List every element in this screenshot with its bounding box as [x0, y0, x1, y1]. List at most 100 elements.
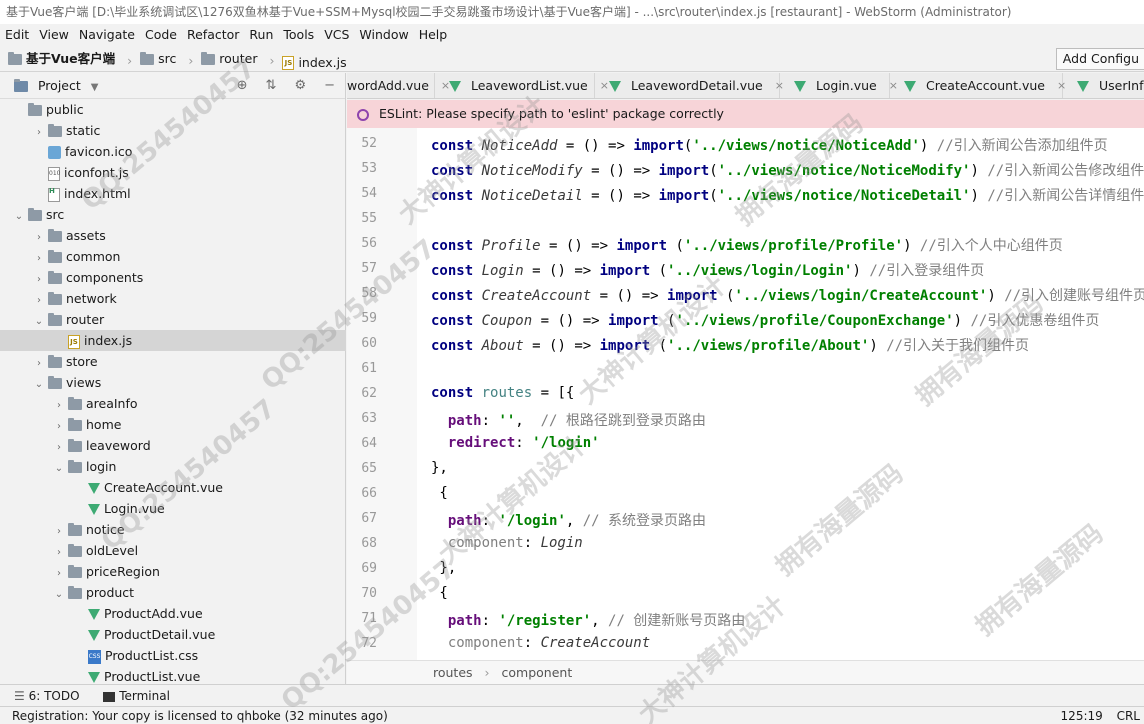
code-line[interactable]: const About = () => import ('../views/pr…: [431, 335, 1029, 355]
gear-icon[interactable]: ⚙: [294, 73, 306, 99]
tree-item[interactable]: ⌄ views: [0, 372, 346, 393]
menu-item-vcs[interactable]: VCS: [319, 24, 354, 46]
code-line[interactable]: const Login = () => import ('../views/lo…: [431, 260, 984, 280]
code-line[interactable]: path: '/login', // 系统登录页路由: [431, 510, 706, 530]
tree-item[interactable]: › assets: [0, 225, 346, 246]
code-line[interactable]: component: CreateAccount: [431, 635, 650, 651]
tree-item[interactable]: CSS ProductList.css: [0, 645, 346, 666]
code-line[interactable]: const NoticeAdd = () => import('../views…: [431, 135, 1108, 155]
code-crumb-routes[interactable]: routes: [433, 665, 473, 680]
code-line[interactable]: },: [431, 560, 456, 576]
tree-item[interactable]: CreateAccount.vue: [0, 477, 346, 498]
expand-arrow-icon[interactable]: ›: [54, 437, 64, 458]
tree-item[interactable]: public: [0, 99, 346, 120]
expand-arrow-icon[interactable]: ›: [34, 248, 44, 269]
expand-arrow-icon[interactable]: ⌄: [54, 458, 64, 479]
expand-arrow-icon[interactable]: ›: [54, 395, 64, 416]
code-line[interactable]: redirect: '/login': [431, 435, 600, 451]
expand-arrow-icon[interactable]: ›: [54, 521, 64, 542]
editor-tab[interactable]: CreateAccount.vue ×: [890, 73, 1066, 98]
minimize-icon[interactable]: −: [324, 73, 335, 99]
expand-arrow-icon[interactable]: ›: [54, 563, 64, 584]
crosshair-icon[interactable]: ⊕: [237, 73, 248, 99]
menu-item-navigate[interactable]: Navigate: [74, 24, 140, 46]
menu-item-refactor[interactable]: Refactor: [182, 24, 244, 46]
tree-item[interactable]: Login.vue: [0, 498, 346, 519]
code-line[interactable]: {: [431, 585, 447, 601]
eslint-notification[interactable]: ESLint: Please specify path to 'eslint' …: [347, 100, 1144, 128]
editor-tab[interactable]: Login.vue ×: [780, 73, 898, 98]
expand-arrow-icon[interactable]: ›: [34, 227, 44, 248]
code-line[interactable]: path: '', // 根路径跳到登录页路由: [431, 410, 706, 430]
tree-item[interactable]: ⌄ router: [0, 309, 346, 330]
code-line[interactable]: const CreateAccount = () => import ('../…: [431, 285, 1144, 305]
tree-item[interactable]: ⌄ product: [0, 582, 346, 603]
expand-arrow-icon[interactable]: ⌄: [34, 374, 44, 395]
expand-arrow-icon[interactable]: ›: [34, 353, 44, 374]
expand-arrow-icon[interactable]: ⌄: [14, 206, 24, 227]
expand-arrow-icon[interactable]: ›: [34, 290, 44, 311]
menu-item-run[interactable]: Run: [244, 24, 278, 46]
tree-item[interactable]: › home: [0, 414, 346, 435]
menu-item-code[interactable]: Code: [140, 24, 182, 46]
code-crumb-component[interactable]: component: [502, 665, 573, 680]
tree-item[interactable]: ProductDetail.vue: [0, 624, 346, 645]
code-line[interactable]: const Profile = () => import ('../views/…: [431, 235, 1063, 255]
menu-item-help[interactable]: Help: [414, 24, 453, 46]
code-line[interactable]: component: Login: [431, 535, 583, 551]
expand-arrow-icon[interactable]: ›: [34, 122, 44, 143]
editor-tab[interactable]: wordAdd.vue ×: [347, 73, 450, 98]
tree-item[interactable]: ⌄ src: [0, 204, 346, 225]
nav-project[interactable]: 基于Vue客户端: [8, 46, 115, 71]
editor-tab[interactable]: LeavewordDetail.vue ×: [595, 73, 784, 98]
tree-item-label: index.js: [84, 333, 133, 348]
tree-item[interactable]: › store: [0, 351, 346, 372]
nav-src[interactable]: src: [140, 46, 176, 71]
line-ending-indicator[interactable]: CRL: [1117, 709, 1140, 723]
tree-item[interactable]: › components: [0, 267, 346, 288]
caret-position[interactable]: 125:19: [1061, 709, 1103, 723]
tree-item[interactable]: › oldLevel: [0, 540, 346, 561]
menu-item-edit[interactable]: Edit: [0, 24, 34, 46]
expand-arrow-icon[interactable]: ⌄: [54, 584, 64, 605]
tree-item[interactable]: › static: [0, 120, 346, 141]
project-panel: Project ▼ ⊕ ⇅ ⚙ − public › static favicon.i…: [0, 73, 346, 684]
editor-tab[interactable]: UserInfoM: [1063, 73, 1144, 98]
tree-item[interactable]: JS index.js: [0, 330, 346, 351]
code-line[interactable]: const routes = [{: [431, 385, 574, 401]
tree-item[interactable]: › areaInfo: [0, 393, 346, 414]
collapse-all-icon[interactable]: ⇅: [266, 73, 277, 99]
code-line[interactable]: path: '/register', // 创建新账号页路由: [431, 610, 745, 630]
tree-item[interactable]: ProductAdd.vue: [0, 603, 346, 624]
chevron-down-icon[interactable]: ▼: [91, 82, 99, 93]
code-line[interactable]: const Coupon = () => import ('../views/p…: [431, 310, 1099, 330]
nav-router[interactable]: router: [201, 46, 257, 71]
tree-item[interactable]: › notice: [0, 519, 346, 540]
tree-item[interactable]: index.html: [0, 181, 346, 204]
project-view-selector[interactable]: Project: [38, 78, 81, 93]
tree-item[interactable]: favicon.ico: [0, 141, 346, 162]
tree-item[interactable]: ⌄ login: [0, 456, 346, 477]
project-icon: [14, 79, 28, 92]
tree-item[interactable]: › network: [0, 288, 346, 309]
nav-file[interactable]: JS index.js: [282, 50, 347, 72]
tree-item[interactable]: › common: [0, 246, 346, 267]
code-line[interactable]: const NoticeDetail = () => import('../vi…: [431, 185, 1144, 205]
tree-item[interactable]: › leaveword: [0, 435, 346, 456]
expand-arrow-icon[interactable]: ⌄: [34, 311, 44, 332]
expand-arrow-icon[interactable]: ›: [54, 542, 64, 563]
terminal-tool-button[interactable]: Terminal: [103, 689, 170, 703]
menu-item-window[interactable]: Window: [354, 24, 413, 46]
code-line[interactable]: },: [431, 460, 448, 476]
expand-arrow-icon[interactable]: ›: [54, 416, 64, 437]
code-line[interactable]: const NoticeModify = () => import('../vi…: [431, 160, 1144, 180]
expand-arrow-icon[interactable]: ›: [34, 269, 44, 290]
menu-item-view[interactable]: View: [34, 24, 74, 46]
tree-item[interactable]: › priceRegion: [0, 561, 346, 582]
code-line[interactable]: {: [431, 485, 447, 501]
menu-item-tools[interactable]: Tools: [278, 24, 319, 46]
todo-tool-button[interactable]: ☰ 6: TODO: [14, 689, 83, 703]
add-configuration-button[interactable]: Add Configu: [1055, 48, 1144, 70]
editor-tab[interactable]: LeavewordList.vue ×: [435, 73, 609, 98]
code-editor[interactable]: 52 53 54 55 56 57 58 59 60 61 62 63 64 65 66 67 68 69 70 71…: [347, 128, 1144, 660]
